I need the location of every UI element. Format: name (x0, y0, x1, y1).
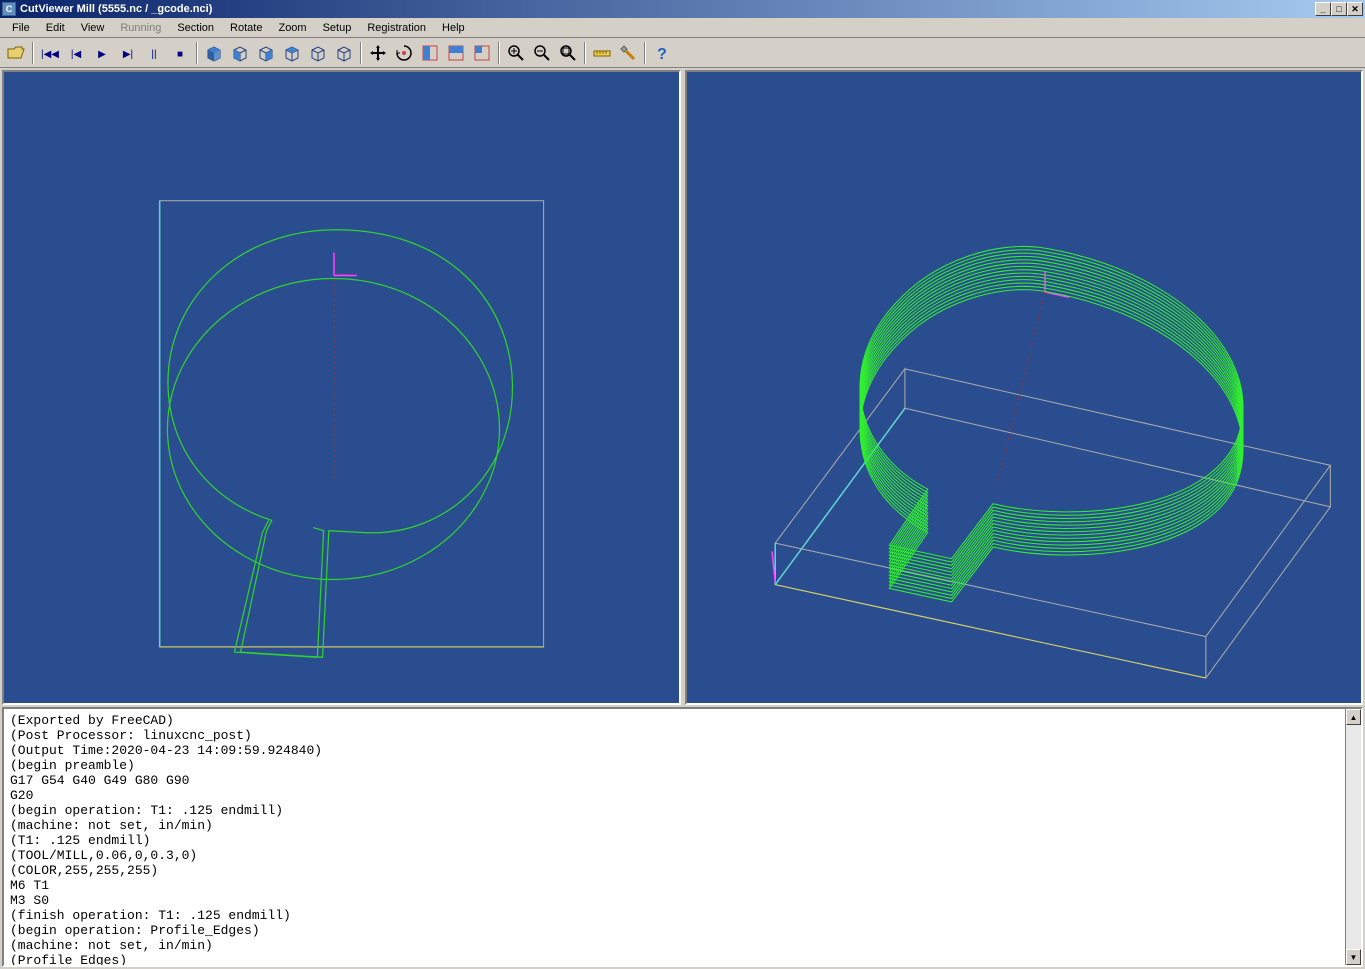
view-iso-icon[interactable] (306, 41, 330, 65)
toolbar: |◀◀ |◀ ▶ ▶| || ■? (0, 38, 1365, 68)
minimize-button[interactable]: _ (1315, 2, 1331, 16)
svg-text:|◀: |◀ (71, 49, 82, 60)
main-area (0, 68, 1365, 707)
svg-text:?: ? (657, 46, 667, 63)
toolbar-separator (644, 42, 646, 64)
close-button[interactable]: ✕ (1347, 2, 1363, 16)
menu-zoom[interactable]: Zoom (270, 20, 314, 36)
toolbar-separator (196, 42, 198, 64)
window-controls: _ □ ✕ (1315, 2, 1363, 16)
open-icon[interactable] (4, 41, 28, 65)
gcode-panel: (Exported by FreeCAD) (Post Processor: l… (2, 707, 1363, 967)
view-solid-icon[interactable] (202, 41, 226, 65)
menu-registration[interactable]: Registration (359, 20, 434, 36)
viewport-2d[interactable] (2, 70, 681, 705)
gcode-scrollbar[interactable]: ▲ ▼ (1345, 709, 1361, 965)
view-top-icon[interactable] (280, 41, 304, 65)
menu-view[interactable]: View (73, 20, 113, 36)
menu-help[interactable]: Help (434, 20, 473, 36)
zoom-out-icon[interactable] (530, 41, 554, 65)
menu-file[interactable]: File (4, 20, 38, 36)
gcode-text[interactable]: (Exported by FreeCAD) (Post Processor: l… (4, 709, 1345, 965)
svg-text:||: || (151, 49, 156, 60)
maximize-button[interactable]: □ (1331, 2, 1347, 16)
scroll-down-icon[interactable]: ▼ (1346, 949, 1361, 965)
stop-icon[interactable]: ■ (168, 41, 192, 65)
section-x-icon[interactable] (418, 41, 442, 65)
toolbar-separator (498, 42, 500, 64)
scroll-up-icon[interactable]: ▲ (1346, 709, 1361, 725)
step-back-icon[interactable]: |◀ (64, 41, 88, 65)
app-icon: C (2, 2, 16, 16)
zoom-fit-icon[interactable] (556, 41, 580, 65)
pause-icon[interactable]: || (142, 41, 166, 65)
view-front-icon[interactable] (228, 41, 252, 65)
toolbar-separator (32, 42, 34, 64)
window-title: CutViewer Mill (5555.nc / _gcode.nci) (20, 3, 1315, 15)
toolbar-separator (584, 42, 586, 64)
menu-running: Running (112, 20, 169, 36)
viewport-3d[interactable] (685, 70, 1364, 705)
section-xy-icon[interactable] (470, 41, 494, 65)
tools-icon[interactable] (616, 41, 640, 65)
svg-text:▶|: ▶| (123, 49, 133, 60)
rewind-icon[interactable]: |◀◀ (38, 41, 62, 65)
view-side-icon[interactable] (254, 41, 278, 65)
svg-text:|◀◀: |◀◀ (41, 49, 59, 60)
rotate-icon[interactable] (392, 41, 416, 65)
toolbar-separator (360, 42, 362, 64)
menu-setup[interactable]: Setup (315, 20, 360, 36)
step-fwd-icon[interactable]: ▶| (116, 41, 140, 65)
menubar: FileEditViewRunningSectionRotateZoomSetu… (0, 18, 1365, 38)
svg-text:■: ■ (177, 49, 183, 60)
titlebar: C CutViewer Mill (5555.nc / _gcode.nci) … (0, 0, 1365, 18)
view-wire-icon[interactable] (332, 41, 356, 65)
play-icon[interactable]: ▶ (90, 41, 114, 65)
pan-icon[interactable] (366, 41, 390, 65)
menu-rotate[interactable]: Rotate (222, 20, 270, 36)
zoom-in-icon[interactable] (504, 41, 528, 65)
scroll-track[interactable] (1346, 725, 1361, 949)
section-y-icon[interactable] (444, 41, 468, 65)
svg-text:▶: ▶ (98, 49, 106, 60)
menu-section[interactable]: Section (169, 20, 222, 36)
measure-icon[interactable] (590, 41, 614, 65)
help-icon[interactable]: ? (650, 41, 674, 65)
menu-edit[interactable]: Edit (38, 20, 73, 36)
